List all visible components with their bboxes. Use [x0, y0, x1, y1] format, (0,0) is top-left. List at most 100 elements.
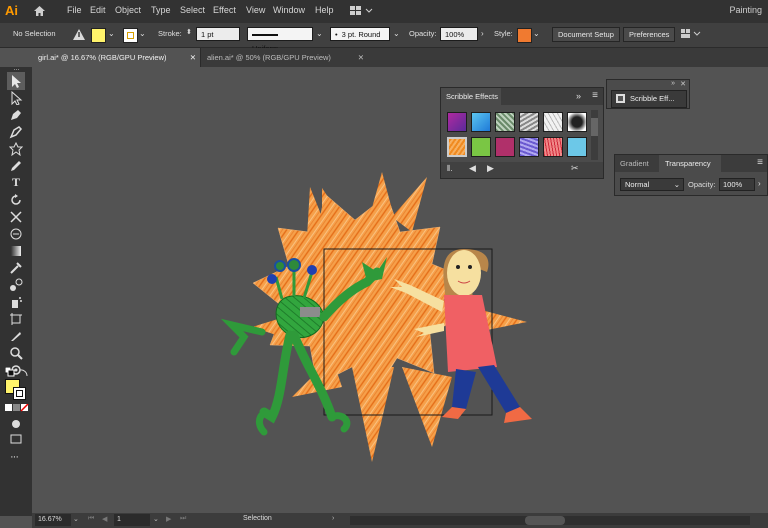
eyedropper-icon[interactable]	[9, 261, 23, 275]
next-artboard-icon[interactable]: ▶	[166, 515, 171, 523]
canvas[interactable]: Scribble Effects » ≡ ⫴. ◀ ▶ ✂ » ✕ Scribb…	[32, 67, 768, 513]
stroke-swatch[interactable]	[123, 28, 138, 43]
direct-selection-icon[interactable]	[9, 91, 23, 105]
type-tool-icon[interactable]: T	[9, 175, 23, 189]
selection-tool-icon[interactable]	[7, 72, 25, 90]
next-library-icon[interactable]: ▶	[487, 163, 494, 174]
expand-icon[interactable]: »	[671, 80, 675, 87]
last-artboard-icon[interactable]: ⏭	[180, 515, 186, 523]
previous-library-icon[interactable]: ◀	[469, 163, 476, 174]
menu-select[interactable]: Select	[180, 5, 205, 15]
shape-tool-icon[interactable]	[9, 142, 23, 156]
blend-mode-select[interactable]: Normal ⌄	[620, 178, 684, 191]
chevron-right-icon[interactable]: ›	[758, 179, 761, 188]
menu-type[interactable]: Type	[151, 5, 171, 15]
close-icon[interactable]: ✕	[358, 48, 364, 67]
swatch-3[interactable]	[495, 112, 515, 132]
spinner-icon[interactable]: ⬍	[186, 28, 192, 36]
chevron-down-icon[interactable]: ⌄	[393, 27, 401, 41]
swatch-6[interactable]	[567, 112, 587, 132]
opacity-input[interactable]: 100%	[440, 27, 478, 41]
swatch-11[interactable]	[543, 137, 563, 157]
swatch-7-selected[interactable]	[447, 137, 467, 157]
pen-tool-icon[interactable]	[9, 108, 23, 122]
status-menu-icon[interactable]: ›	[332, 515, 334, 522]
workspace-icon[interactable]	[350, 6, 374, 17]
document-setup-button[interactable]: Document Setup	[552, 27, 620, 42]
chevron-down-icon[interactable]: ⌄	[316, 27, 324, 41]
hand-icon[interactable]	[9, 346, 23, 360]
arrange-documents-icon[interactable]	[681, 29, 703, 41]
swatch-12[interactable]	[567, 137, 587, 157]
tab-gradient[interactable]: Gradient	[620, 159, 649, 168]
chevron-right-icon[interactable]: ›	[481, 27, 489, 41]
panel-menu-icon[interactable]: ≡	[757, 157, 763, 168]
close-icon[interactable]: ✕	[190, 48, 196, 67]
chevron-down-icon[interactable]: ⌄	[73, 515, 79, 523]
drawing-mode-icon[interactable]	[10, 419, 22, 429]
horizontal-scrollbar[interactable]	[350, 516, 750, 525]
chevron-down-icon[interactable]: ⌄	[139, 27, 147, 41]
swatch-4[interactable]	[519, 112, 539, 132]
current-tool-status: Selection	[243, 515, 272, 522]
library-menu-icon[interactable]: ⫴.	[447, 164, 453, 174]
swap-colors-icon[interactable]	[19, 367, 29, 377]
break-link-icon[interactable]: ✂	[571, 163, 579, 174]
opacity-input[interactable]: 100%	[719, 178, 755, 191]
more-tools-icon[interactable]: ···	[10, 451, 19, 463]
first-artboard-icon[interactable]: ⏮	[88, 515, 94, 523]
tab-alien-ai[interactable]: alien.ai* @ 50% (RGB/GPU Preview) ✕	[200, 48, 368, 67]
warp-icon[interactable]	[9, 227, 23, 241]
workspace-switcher[interactable]: Painting	[729, 5, 762, 15]
tab-transparency[interactable]: Transparency	[659, 155, 721, 172]
preferences-button[interactable]: Preferences	[623, 27, 676, 42]
pencil-tool-icon[interactable]	[9, 159, 23, 173]
chevron-down-icon[interactable]: ⌄	[108, 27, 116, 41]
zoom-field[interactable]: 16.67%	[35, 514, 71, 526]
graphic-style-swatch[interactable]	[517, 28, 532, 43]
collapse-icon[interactable]: »	[576, 91, 581, 101]
style-label: Style:	[494, 29, 513, 38]
document-tab-bar: girl.ai* @ 16.67% (RGB/GPU Preview) ✕ al…	[32, 48, 768, 67]
stroke-color-swatch[interactable]	[13, 387, 26, 400]
rotate-icon[interactable]	[9, 193, 23, 207]
scribble-effects-chip[interactable]: Scribble Eff...	[611, 90, 687, 108]
blend-icon[interactable]	[9, 278, 23, 292]
slice-icon[interactable]	[9, 329, 23, 343]
swatch-10[interactable]	[519, 137, 539, 157]
previous-artboard-icon[interactable]: ◀	[102, 515, 107, 523]
menu-object[interactable]: Object	[115, 5, 141, 15]
menu-help[interactable]: Help	[315, 5, 334, 15]
menu-window[interactable]: Window	[273, 5, 305, 15]
swatch-2[interactable]	[471, 112, 491, 132]
swatch-9[interactable]	[495, 137, 515, 157]
scale-icon[interactable]	[9, 210, 23, 224]
tab-girl-ai[interactable]: girl.ai* @ 16.67% (RGB/GPU Preview) ✕	[32, 48, 200, 67]
screen-mode-icon[interactable]	[10, 434, 22, 444]
color-mode-icons[interactable]	[5, 404, 29, 413]
swatch-5[interactable]	[543, 112, 563, 132]
panel-menu-icon[interactable]: ≡	[592, 90, 598, 101]
stroke-weight-input[interactable]: 1 pt	[196, 27, 240, 41]
swatch-8[interactable]	[471, 137, 491, 157]
opacity-label: Opacity:	[409, 29, 437, 38]
fill-swatch[interactable]	[91, 28, 106, 43]
brush-definition[interactable]: • 3 pt. Round	[330, 27, 390, 41]
scrollbar[interactable]	[591, 110, 598, 160]
symbol-sprayer-icon[interactable]	[9, 295, 23, 309]
menu-file[interactable]: File	[67, 5, 82, 15]
swatch-1[interactable]	[447, 112, 467, 132]
menu-view[interactable]: View	[246, 5, 265, 15]
home-icon[interactable]	[33, 5, 46, 17]
close-icon[interactable]: ✕	[680, 80, 686, 88]
menu-edit[interactable]: Edit	[90, 5, 106, 15]
artboard-number[interactable]: 1	[114, 514, 150, 526]
chevron-down-icon[interactable]: ⌄	[153, 515, 159, 523]
chevron-down-icon[interactable]: ⌄	[533, 27, 541, 41]
gradient-icon[interactable]	[9, 244, 23, 258]
variable-width-profile[interactable]: Uniform	[247, 27, 313, 53]
artboard-icon[interactable]	[9, 312, 23, 326]
default-colors-icon[interactable]	[5, 367, 15, 377]
menu-effect[interactable]: Effect	[213, 5, 236, 15]
curvature-icon[interactable]	[9, 125, 23, 139]
